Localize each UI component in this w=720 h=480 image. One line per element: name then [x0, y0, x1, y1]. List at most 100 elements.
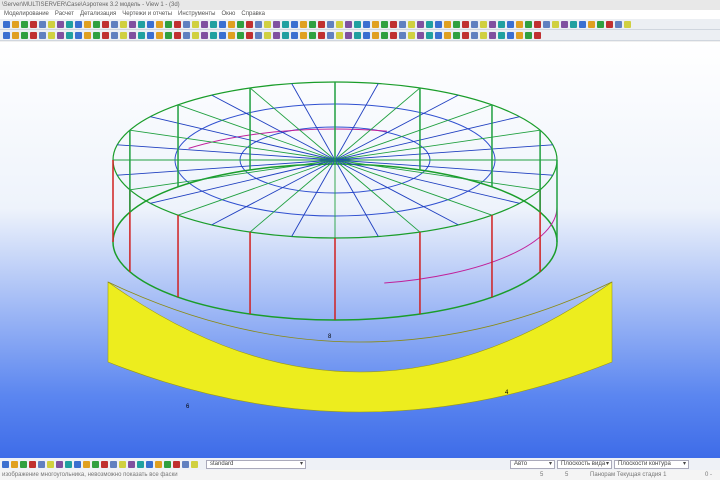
toolbar-button[interactable]	[462, 20, 469, 28]
toolbar-button[interactable]	[3, 20, 10, 28]
toolbar-button[interactable]	[120, 20, 127, 28]
toolbar-button[interactable]	[39, 20, 46, 28]
toolbar-button[interactable]	[381, 20, 388, 28]
toolbar-button[interactable]	[399, 20, 406, 28]
toolbar-button[interactable]	[552, 20, 559, 28]
menu-help[interactable]: Справка	[241, 10, 265, 19]
toolbar-button[interactable]	[65, 460, 72, 468]
toolbar-button[interactable]	[21, 20, 28, 28]
toolbar-button[interactable]	[390, 20, 397, 28]
toolbar-button[interactable]	[417, 31, 424, 39]
toolbar-button[interactable]	[192, 31, 199, 39]
toolbar-button[interactable]	[146, 460, 153, 468]
toolbar-button[interactable]	[318, 20, 325, 28]
toolbar-button[interactable]	[444, 31, 451, 39]
toolbar-button[interactable]	[300, 31, 307, 39]
toolbar-button[interactable]	[75, 20, 82, 28]
auto-select[interactable]: Авто	[510, 459, 555, 469]
toolbar-button[interactable]	[66, 20, 73, 28]
toolbar-button[interactable]	[93, 20, 100, 28]
toolbar-button[interactable]	[264, 31, 271, 39]
toolbar-button[interactable]	[219, 31, 226, 39]
toolbar-button[interactable]	[606, 20, 613, 28]
toolbar-button[interactable]	[111, 31, 118, 39]
toolbar-button[interactable]	[408, 20, 415, 28]
toolbar-button[interactable]	[273, 31, 280, 39]
toolbar-button[interactable]	[561, 20, 568, 28]
toolbar-button[interactable]	[372, 20, 379, 28]
toolbar-button[interactable]	[291, 31, 298, 39]
toolbar-button[interactable]	[182, 460, 189, 468]
toolbar-button[interactable]	[237, 20, 244, 28]
toolbar-button[interactable]	[147, 20, 154, 28]
toolbar-button[interactable]	[480, 20, 487, 28]
toolbar-button[interactable]	[309, 31, 316, 39]
3d-view[interactable]: 6 4 8	[0, 42, 720, 458]
toolbar-button[interactable]	[38, 460, 45, 468]
toolbar-button[interactable]	[453, 31, 460, 39]
toolbar-button[interactable]	[264, 20, 271, 28]
toolbar-button[interactable]	[489, 20, 496, 28]
toolbar-button[interactable]	[119, 460, 126, 468]
toolbar-button[interactable]	[84, 31, 91, 39]
toolbar-button[interactable]	[534, 20, 541, 28]
toolbar-button[interactable]	[228, 31, 235, 39]
toolbar-button[interactable]	[201, 20, 208, 28]
toolbar-button[interactable]	[363, 20, 370, 28]
toolbar-button[interactable]	[237, 31, 244, 39]
toolbar-button[interactable]	[137, 460, 144, 468]
toolbar-button[interactable]	[57, 31, 64, 39]
toolbar-button[interactable]	[12, 31, 19, 39]
toolbar-button[interactable]	[120, 31, 127, 39]
toolbar-button[interactable]	[462, 31, 469, 39]
toolbar-button[interactable]	[309, 20, 316, 28]
toolbar-button[interactable]	[102, 20, 109, 28]
toolbar-button[interactable]	[507, 31, 514, 39]
toolbar-button[interactable]	[192, 20, 199, 28]
toolbar-button[interactable]	[588, 20, 595, 28]
toolbar-button[interactable]	[426, 20, 433, 28]
toolbar-button[interactable]	[408, 31, 415, 39]
toolbar-button[interactable]	[543, 20, 550, 28]
toolbar-button[interactable]	[138, 20, 145, 28]
contour-plane-select[interactable]: Плоскости контура	[614, 459, 689, 469]
toolbar-button[interactable]	[498, 20, 505, 28]
toolbar-button[interactable]	[210, 31, 217, 39]
toolbar-button[interactable]	[48, 20, 55, 28]
toolbar-button[interactable]	[327, 31, 334, 39]
menu-detailing[interactable]: Детализация	[80, 10, 116, 19]
toolbar-button[interactable]	[444, 20, 451, 28]
toolbar-button[interactable]	[128, 460, 135, 468]
toolbar-button[interactable]	[66, 31, 73, 39]
toolbar-button[interactable]	[255, 31, 262, 39]
toolbar-button[interactable]	[345, 31, 352, 39]
toolbar-button[interactable]	[156, 31, 163, 39]
toolbar-button[interactable]	[183, 20, 190, 28]
toolbar-button[interactable]	[435, 31, 442, 39]
toolbar-button[interactable]	[47, 460, 54, 468]
toolbar-button[interactable]	[228, 20, 235, 28]
toolbar-button[interactable]	[417, 20, 424, 28]
toolbar-button[interactable]	[93, 31, 100, 39]
toolbar-button[interactable]	[507, 20, 514, 28]
toolbar-button[interactable]	[101, 460, 108, 468]
toolbar-button[interactable]	[381, 31, 388, 39]
toolbar-button[interactable]	[56, 460, 63, 468]
toolbar-button[interactable]	[300, 20, 307, 28]
toolbar-button[interactable]	[534, 31, 541, 39]
toolbar-button[interactable]	[480, 31, 487, 39]
toolbar-button[interactable]	[156, 20, 163, 28]
toolbar-button[interactable]	[48, 31, 55, 39]
toolbar-button[interactable]	[516, 20, 523, 28]
toolbar-button[interactable]	[354, 20, 361, 28]
toolbar-button[interactable]	[471, 20, 478, 28]
toolbar-button[interactable]	[74, 460, 81, 468]
toolbar-button[interactable]	[219, 20, 226, 28]
toolbar-button[interactable]	[516, 31, 523, 39]
toolbar-button[interactable]	[525, 20, 532, 28]
toolbar-button[interactable]	[363, 31, 370, 39]
toolbar-button[interactable]	[327, 20, 334, 28]
toolbar-button[interactable]	[597, 20, 604, 28]
toolbar-button[interactable]	[84, 20, 91, 28]
toolbar-button[interactable]	[92, 460, 99, 468]
